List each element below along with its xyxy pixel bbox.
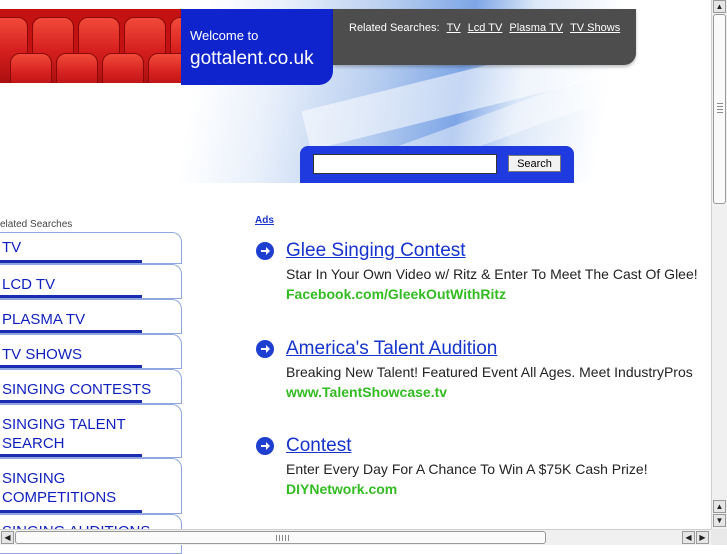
theater-seats-image	[0, 9, 183, 83]
sidebar-item-label: PLASMA TV	[2, 311, 86, 328]
sidebar-item-label: TV SHOWS	[2, 346, 83, 363]
header-banner: Welcome to gottalent.co.uk Related Searc…	[0, 0, 712, 183]
seat-shape	[10, 53, 52, 83]
grip-icon	[717, 103, 723, 115]
ad-description: Breaking New Talent! Featured Event All …	[286, 364, 693, 380]
sidebar-item-singing-talent-search[interactable]: SINGING TALENT SEARCH	[0, 404, 182, 458]
vertical-scrollbar[interactable]: ▲ ▲ ▼	[711, 0, 727, 529]
arrow-left-icon[interactable]: ◀	[682, 531, 695, 544]
seat-shape	[102, 53, 144, 83]
ad-title-link[interactable]: Glee Singing Contest	[286, 240, 466, 262]
sidebar-item-singing-competitions[interactable]: SINGING COMPETITIONS	[0, 458, 182, 514]
seat-shape	[148, 53, 183, 83]
arrow-right-circle-icon[interactable]	[256, 242, 274, 260]
ad-url-link[interactable]: www.TalentShowcase.tv	[286, 384, 447, 400]
welcome-box: Welcome to gottalent.co.uk	[181, 9, 333, 85]
ads-label[interactable]: Ads	[255, 215, 274, 226]
arrow-right-circle-icon[interactable]	[256, 340, 274, 358]
arrow-right-circle-icon[interactable]	[256, 437, 274, 455]
sidebar-list: TV LCD TV PLASMA TV TV SHOWS SINGING CON…	[0, 232, 182, 554]
sidebar-item-underline	[0, 400, 142, 403]
related-searches-bar: Related Searches: TV Lcd TV Plasma TV TV…	[333, 9, 636, 65]
seat-shape	[56, 53, 98, 83]
ad-url-link[interactable]: Facebook.com/GleekOutWithRitz	[286, 286, 506, 302]
sidebar-item-label: LCD TV	[2, 276, 56, 293]
arrow-up-icon[interactable]: ▲	[713, 500, 726, 513]
ad-url-link[interactable]: DIYNetwork.com	[286, 481, 397, 497]
related-link-plasma-tv[interactable]: Plasma TV	[509, 22, 563, 34]
arrow-up-icon[interactable]: ▲	[713, 0, 726, 13]
sidebar-item-label: SINGING TALENT SEARCH	[2, 416, 126, 452]
sidebar-item-underline	[0, 295, 142, 298]
related-searches-label: Related Searches:	[349, 22, 440, 34]
vertical-scroll-thumb[interactable]	[713, 14, 726, 204]
related-link-tv[interactable]: TV	[447, 22, 461, 34]
ad-description: Star In Your Own Video w/ Ritz & Enter T…	[286, 266, 698, 282]
search-panel: Search	[300, 146, 574, 183]
arrow-right-icon[interactable]: ▶	[696, 531, 709, 544]
sidebar-item-underline	[0, 454, 142, 457]
ad-title-link[interactable]: America's Talent Audition	[286, 338, 497, 360]
sidebar-item-underline	[0, 510, 142, 513]
sidebar-item-plasma-tv[interactable]: PLASMA TV	[0, 299, 182, 334]
search-input[interactable]	[313, 154, 497, 174]
welcome-text: Welcome to	[190, 28, 259, 43]
sidebar-item-underline	[0, 365, 142, 368]
site-domain: gottalent.co.uk	[190, 48, 314, 69]
ad-title-link[interactable]: Contest	[286, 435, 351, 457]
ad-description: Enter Every Day For A Chance To Win A $7…	[286, 461, 648, 477]
arrow-left-icon[interactable]: ◀	[1, 531, 14, 544]
scrollbar-corner	[711, 529, 727, 545]
related-link-tv-shows[interactable]: TV Shows	[570, 22, 620, 34]
sidebar-item-singing-contests[interactable]: SINGING CONTESTS	[0, 369, 182, 404]
sidebar-title: elated Searches	[0, 219, 73, 230]
sidebar-item-tv-shows[interactable]: TV SHOWS	[0, 334, 182, 369]
sidebar-item-tv[interactable]: TV	[0, 232, 182, 264]
sidebar-item-underline	[0, 260, 142, 263]
sidebar-item-lcd-tv[interactable]: LCD TV	[0, 264, 182, 299]
search-button[interactable]: Search	[508, 155, 561, 172]
sidebar-item-label: SINGING COMPETITIONS	[2, 470, 117, 506]
grip-icon	[276, 535, 290, 541]
sidebar-item-underline	[0, 330, 142, 333]
horizontal-scrollbar[interactable]: ◀ ◀ ▶	[0, 529, 711, 545]
related-link-lcd-tv[interactable]: Lcd TV	[468, 22, 503, 34]
sidebar-item-label: SINGING CONTESTS	[2, 381, 152, 398]
horizontal-scroll-thumb[interactable]	[15, 531, 546, 544]
arrow-down-icon[interactable]: ▼	[713, 514, 726, 527]
sidebar-item-label: TV	[2, 239, 22, 256]
